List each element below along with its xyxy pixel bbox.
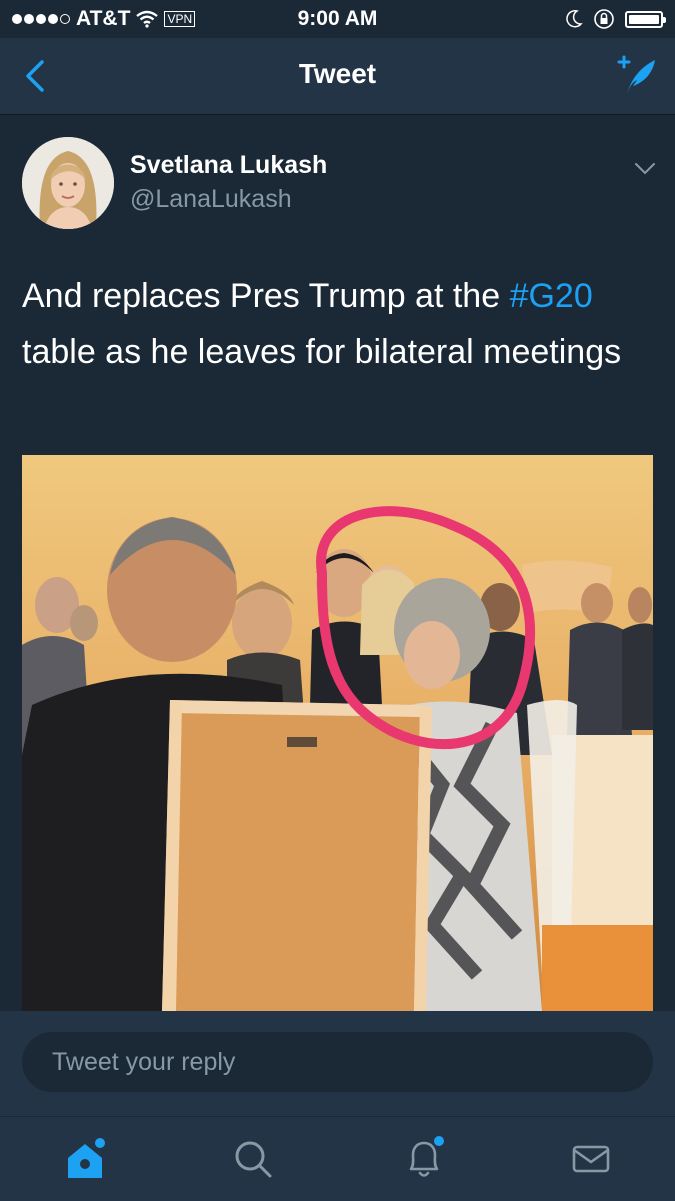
tab-home[interactable]: [57, 1131, 113, 1187]
vpn-badge: VPN: [164, 11, 196, 27]
envelope-icon: [572, 1145, 610, 1173]
search-icon: [235, 1141, 272, 1178]
bell-icon: [409, 1136, 444, 1177]
tweet-menu-button[interactable]: [633, 158, 657, 178]
battery-icon: [625, 10, 666, 28]
avatar[interactable]: [22, 137, 114, 229]
user-display-name[interactable]: Svetlana Lukash: [130, 151, 327, 180]
chevron-down-icon: [635, 163, 655, 175]
wifi-icon: [136, 10, 159, 28]
compose-tweet-button[interactable]: [613, 54, 659, 98]
home-icon: [68, 1138, 105, 1178]
compose-feather-icon: [617, 55, 655, 94]
reply-area: [0, 1011, 675, 1116]
status-left: AT&T VPN: [12, 7, 196, 31]
page-title: Tweet: [298, 58, 377, 89]
moon-icon: [566, 9, 583, 28]
tweet-text-part: And replaces Pres Trump at the: [22, 277, 510, 315]
status-bar: AT&T VPN 9:00 AM: [0, 0, 675, 38]
tweet-text: And replaces Pres Trump at the #G20 tabl…: [22, 268, 662, 380]
carrier-label: AT&T: [76, 7, 131, 30]
photo-content: [22, 455, 653, 1011]
orientation-lock-icon: [594, 9, 614, 29]
hashtag-link[interactable]: #G20: [510, 277, 593, 315]
tab-search[interactable]: [225, 1131, 281, 1187]
avatar-image: [22, 137, 114, 229]
signal-strength-icon: [12, 14, 70, 24]
reply-input[interactable]: [22, 1032, 653, 1092]
tab-bar: [0, 1116, 675, 1201]
tab-messages[interactable]: [563, 1131, 619, 1187]
tab-notifications[interactable]: [396, 1131, 452, 1187]
status-right: [565, 8, 666, 30]
tweet-text-part: table as he leaves for bilateral meeting…: [22, 333, 622, 371]
tweet-photo[interactable]: [22, 455, 653, 1011]
user-handle[interactable]: @LanaLukash: [130, 185, 292, 214]
nav-bar: Tweet: [0, 38, 675, 115]
